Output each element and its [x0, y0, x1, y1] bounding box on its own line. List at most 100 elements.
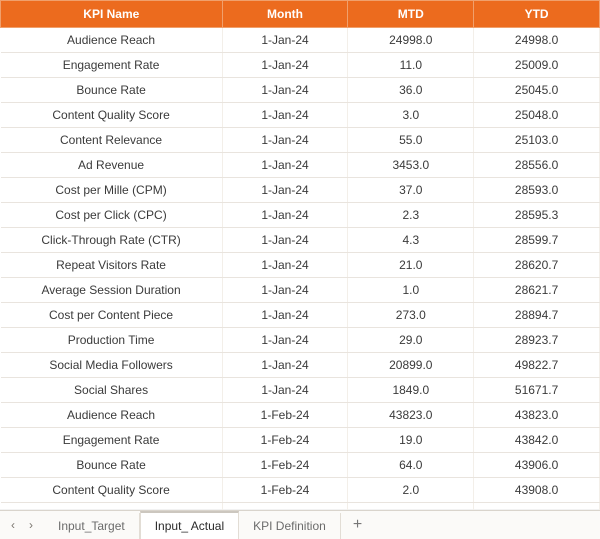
cell-ytd[interactable]: 43906.0: [474, 453, 600, 478]
cell-ytd[interactable]: 28894.7: [474, 303, 600, 328]
cell-ytd[interactable]: 28595.3: [474, 203, 600, 228]
cell-month[interactable]: 1-Jan-24: [222, 128, 348, 153]
cell-month[interactable]: 1-Jan-24: [222, 153, 348, 178]
cell-ytd[interactable]: 43979.0: [474, 503, 600, 511]
cell-ytd[interactable]: 28620.7: [474, 253, 600, 278]
cell-month[interactable]: 1-Jan-24: [222, 53, 348, 78]
cell-ytd[interactable]: 43908.0: [474, 478, 600, 503]
cell-name[interactable]: Content Relevance: [1, 128, 223, 153]
cell-month[interactable]: 1-Jan-24: [222, 228, 348, 253]
cell-mtd[interactable]: 4.3: [348, 228, 474, 253]
cell-mtd[interactable]: 3.0: [348, 103, 474, 128]
cell-name[interactable]: Cost per Mille (CPM): [1, 178, 223, 203]
col-header-ytd[interactable]: YTD: [474, 1, 600, 28]
cell-mtd[interactable]: 64.0: [348, 453, 474, 478]
sheet-tabs: Input_TargetInput_ ActualKPI Definition: [44, 511, 341, 539]
cell-name[interactable]: Social Shares: [1, 378, 223, 403]
sheet-tab[interactable]: Input_Target: [44, 513, 140, 539]
cell-ytd[interactable]: 25009.0: [474, 53, 600, 78]
cell-month[interactable]: 1-Jan-24: [222, 278, 348, 303]
sheet-tab[interactable]: Input_ Actual: [140, 511, 239, 539]
cell-mtd[interactable]: 11.0: [348, 53, 474, 78]
cell-ytd[interactable]: 28599.7: [474, 228, 600, 253]
cell-month[interactable]: 1-Jan-24: [222, 353, 348, 378]
cell-name[interactable]: Bounce Rate: [1, 78, 223, 103]
tab-prev-icon[interactable]: ‹: [6, 518, 20, 532]
cell-month[interactable]: 1-Jan-24: [222, 178, 348, 203]
cell-ytd[interactable]: 49822.7: [474, 353, 600, 378]
cell-month[interactable]: 1-Feb-24: [222, 453, 348, 478]
table-row: Content Relevance1-Feb-2471.043979.0: [1, 503, 600, 511]
col-header-name[interactable]: KPI Name: [1, 1, 223, 28]
cell-mtd[interactable]: 1849.0: [348, 378, 474, 403]
cell-month[interactable]: 1-Jan-24: [222, 28, 348, 53]
table-row: Cost per Click (CPC)1-Jan-242.328595.3: [1, 203, 600, 228]
cell-ytd[interactable]: 25048.0: [474, 103, 600, 128]
cell-name[interactable]: Click-Through Rate (CTR): [1, 228, 223, 253]
table-row: Bounce Rate1-Jan-2436.025045.0: [1, 78, 600, 103]
sheet-tab-bar: ‹ › Input_TargetInput_ ActualKPI Definit…: [0, 510, 600, 539]
cell-name[interactable]: Cost per Click (CPC): [1, 203, 223, 228]
add-sheet-button[interactable]: +: [341, 512, 374, 538]
cell-mtd[interactable]: 36.0: [348, 78, 474, 103]
cell-month[interactable]: 1-Feb-24: [222, 403, 348, 428]
cell-ytd[interactable]: 24998.0: [474, 28, 600, 53]
cell-mtd[interactable]: 2.3: [348, 203, 474, 228]
col-header-month[interactable]: Month: [222, 1, 348, 28]
cell-ytd[interactable]: 28923.7: [474, 328, 600, 353]
table-row: Average Session Duration1-Jan-241.028621…: [1, 278, 600, 303]
cell-name[interactable]: Content Quality Score: [1, 103, 223, 128]
cell-month[interactable]: 1-Jan-24: [222, 253, 348, 278]
cell-mtd[interactable]: 71.0: [348, 503, 474, 511]
table-row: Cost per Content Piece1-Jan-24273.028894…: [1, 303, 600, 328]
cell-name[interactable]: Average Session Duration: [1, 278, 223, 303]
cell-mtd[interactable]: 43823.0: [348, 403, 474, 428]
cell-mtd[interactable]: 55.0: [348, 128, 474, 153]
cell-name[interactable]: Ad Revenue: [1, 153, 223, 178]
cell-mtd[interactable]: 24998.0: [348, 28, 474, 53]
cell-mtd[interactable]: 2.0: [348, 478, 474, 503]
cell-name[interactable]: Social Media Followers: [1, 353, 223, 378]
cell-mtd[interactable]: 273.0: [348, 303, 474, 328]
table-row: Content Quality Score1-Jan-243.025048.0: [1, 103, 600, 128]
cell-month[interactable]: 1-Jan-24: [222, 78, 348, 103]
cell-month[interactable]: 1-Jan-24: [222, 328, 348, 353]
cell-ytd[interactable]: 43823.0: [474, 403, 600, 428]
cell-name[interactable]: Repeat Visitors Rate: [1, 253, 223, 278]
cell-mtd[interactable]: 20899.0: [348, 353, 474, 378]
table-row: Content Relevance1-Jan-2455.025103.0: [1, 128, 600, 153]
cell-name[interactable]: Bounce Rate: [1, 453, 223, 478]
cell-ytd[interactable]: 43842.0: [474, 428, 600, 453]
cell-name[interactable]: Audience Reach: [1, 403, 223, 428]
cell-ytd[interactable]: 28593.0: [474, 178, 600, 203]
cell-ytd[interactable]: 25103.0: [474, 128, 600, 153]
spreadsheet-grid[interactable]: KPI Name Month MTD YTD Audience Reach1-J…: [0, 0, 600, 510]
cell-ytd[interactable]: 51671.7: [474, 378, 600, 403]
cell-mtd[interactable]: 29.0: [348, 328, 474, 353]
cell-month[interactable]: 1-Jan-24: [222, 378, 348, 403]
cell-month[interactable]: 1-Feb-24: [222, 478, 348, 503]
cell-name[interactable]: Engagement Rate: [1, 428, 223, 453]
cell-mtd[interactable]: 37.0: [348, 178, 474, 203]
cell-month[interactable]: 1-Feb-24: [222, 428, 348, 453]
cell-name[interactable]: Audience Reach: [1, 28, 223, 53]
cell-name[interactable]: Content Quality Score: [1, 478, 223, 503]
tab-next-icon[interactable]: ›: [24, 518, 38, 532]
cell-ytd[interactable]: 28556.0: [474, 153, 600, 178]
cell-name[interactable]: Cost per Content Piece: [1, 303, 223, 328]
cell-mtd[interactable]: 3453.0: [348, 153, 474, 178]
cell-ytd[interactable]: 25045.0: [474, 78, 600, 103]
cell-name[interactable]: Content Relevance: [1, 503, 223, 511]
cell-month[interactable]: 1-Jan-24: [222, 103, 348, 128]
cell-name[interactable]: Production Time: [1, 328, 223, 353]
cell-ytd[interactable]: 28621.7: [474, 278, 600, 303]
sheet-tab[interactable]: KPI Definition: [239, 513, 341, 539]
cell-mtd[interactable]: 1.0: [348, 278, 474, 303]
col-header-mtd[interactable]: MTD: [348, 1, 474, 28]
cell-mtd[interactable]: 21.0: [348, 253, 474, 278]
cell-month[interactable]: 1-Jan-24: [222, 303, 348, 328]
cell-name[interactable]: Engagement Rate: [1, 53, 223, 78]
cell-mtd[interactable]: 19.0: [348, 428, 474, 453]
cell-month[interactable]: 1-Feb-24: [222, 503, 348, 511]
cell-month[interactable]: 1-Jan-24: [222, 203, 348, 228]
